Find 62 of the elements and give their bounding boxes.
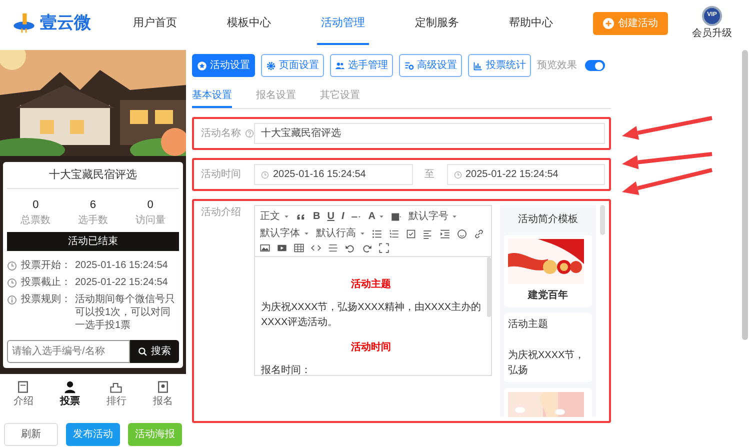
search-field[interactable]: 请输入选手编号/名称 xyxy=(7,340,130,363)
stat-value: 0 xyxy=(32,198,40,212)
italic-button[interactable]: I xyxy=(341,209,344,224)
info-label: 投票截止： xyxy=(21,276,71,289)
template-text: 为庆祝XXXX节，弘扬 xyxy=(508,348,586,378)
nav-link-item[interactable]: 帮助中心 xyxy=(505,0,557,46)
font-color-button[interactable]: A xyxy=(368,209,384,224)
editor-heading: 活动主题 xyxy=(350,277,392,292)
search-button[interactable]: 搜索 xyxy=(130,340,179,363)
template-caption: 建党百年 xyxy=(526,288,570,303)
toolbar-button[interactable]: 选手管理 xyxy=(330,54,393,77)
status-bar: 活动已结束 xyxy=(7,232,179,251)
toolbar-button[interactable]: 页面设置 xyxy=(261,54,324,77)
template-card[interactable]: 建党百年 xyxy=(504,235,592,307)
bottom-tab[interactable]: 排行 xyxy=(106,378,126,411)
bottom-tab[interactable]: 介绍 xyxy=(13,378,34,411)
info-value: 2025-01-22 15:24:54 xyxy=(75,276,168,289)
format-dropdown[interactable]: 默认字号 xyxy=(408,209,458,224)
stat-label: 访问量 xyxy=(135,214,166,228)
editor-heading: 活动时间 xyxy=(350,340,392,355)
format-dropdown[interactable]: 默认行高 xyxy=(316,226,365,241)
card-title: 十大宝藏民宿评选 xyxy=(7,167,179,188)
stat-label: 总票数 xyxy=(20,214,51,228)
template-card[interactable]: 活动主题 为庆祝XXXX节，弘扬 xyxy=(504,313,592,382)
info-label: 投票规则： xyxy=(21,293,71,307)
range-separator: 至 xyxy=(424,168,436,182)
bold-button[interactable]: B xyxy=(313,209,320,224)
format-dropdown[interactable]: 正文 xyxy=(260,209,289,224)
date-value: 2025-01-16 15:24:54 xyxy=(273,168,366,182)
underline-button[interactable]: U xyxy=(327,209,334,224)
toolbar-button[interactable]: 投票统计 xyxy=(468,54,531,77)
editor-paragraph: 报名时间： xyxy=(261,364,312,375)
format-dropdown[interactable]: 默认字体 xyxy=(260,226,309,241)
vip-upgrade-link[interactable]: 会员升级 xyxy=(692,26,732,40)
toolbar-button[interactable]: 高级设置 xyxy=(399,54,462,77)
stat-value: 0 xyxy=(146,198,154,212)
toggle-label: 预览效果 xyxy=(537,59,577,73)
info-value: 活动期间每个微信号只可以投1次，可以对同一选手投1票 xyxy=(75,293,176,332)
stat-label: 选手数 xyxy=(78,214,108,228)
nav-link-item[interactable]: 模板中心 xyxy=(223,0,275,46)
bottom-tab[interactable]: 报名 xyxy=(152,378,173,411)
date-field[interactable]: 2025-01-22 15:24:54 xyxy=(446,164,605,185)
template-title: 活动主题 xyxy=(508,318,549,332)
info-label: 投票开始： xyxy=(21,259,71,272)
toolbar-button[interactable]: 活动设置 xyxy=(192,54,255,77)
action-button[interactable]: 刷新 xyxy=(4,423,58,446)
logo-text: 壹云微 xyxy=(40,12,91,34)
date-field[interactable]: 2025-01-16 15:24:54 xyxy=(254,164,412,185)
date-value: 2025-01-22 15:24:54 xyxy=(466,168,558,182)
field-label: 活动名称 xyxy=(201,127,241,141)
nav-link-item[interactable]: 活动管理 xyxy=(317,0,369,46)
stat-value: 6 xyxy=(88,198,98,212)
panel-title: 活动简介模板 xyxy=(517,212,580,227)
name-field[interactable]: 十大宝藏民宿评选 xyxy=(254,123,605,144)
field-label: 活动时间 xyxy=(200,168,242,182)
nav-link-item[interactable]: 用户首页 xyxy=(129,0,181,46)
info-value: 2025-01-16 15:24:54 xyxy=(75,259,168,272)
nav-link-item[interactable]: 定制服务 xyxy=(411,0,463,46)
bottom-tab[interactable]: 投票 xyxy=(60,378,80,411)
settings-tab[interactable]: 基本设置 xyxy=(192,85,232,108)
field-label: 活动介绍 xyxy=(200,206,242,220)
editor-paragraph: 为庆祝XXXX节，弘扬XXXX精神，由XXXX主办的XXXX评选活动。 xyxy=(261,300,482,330)
